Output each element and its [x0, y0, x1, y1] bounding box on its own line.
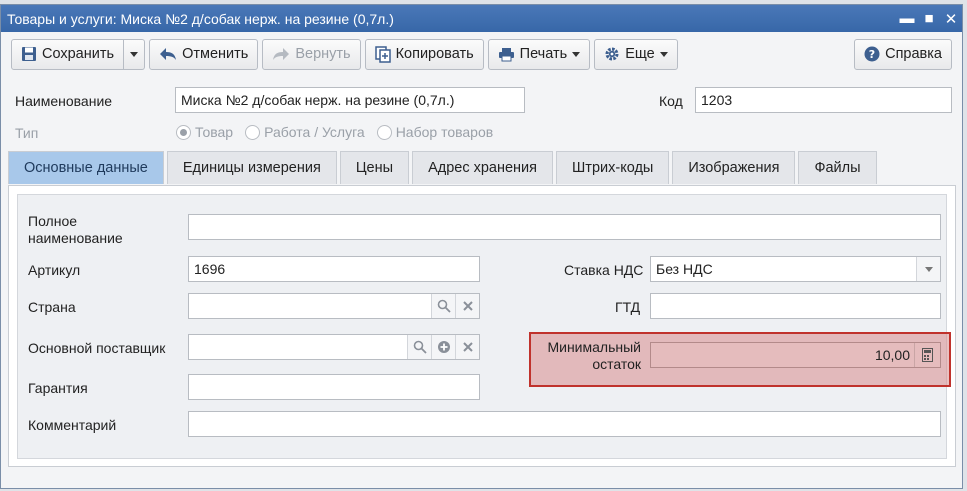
supplier-label: Основной поставщик	[28, 340, 166, 356]
copy-icon	[374, 45, 391, 63]
main-data-form: Полное наименование Артикул 1696 Ставка …	[17, 194, 951, 459]
tab-units[interactable]: Единицы измерения	[166, 151, 337, 184]
min-stock-label-line2: остаток	[592, 356, 641, 372]
vat-label: Ставка НДС	[564, 262, 644, 278]
clear-icon[interactable]	[455, 294, 479, 318]
add-icon[interactable]	[431, 335, 455, 359]
tab-barcodes[interactable]: Штрих-коды	[556, 151, 670, 184]
save-button[interactable]: Сохранить	[11, 38, 125, 70]
redo-button[interactable]: Вернуть	[262, 38, 361, 70]
country-label: Страна	[28, 299, 76, 315]
tab-bar: Основные данные Единицы измерения Цены А…	[8, 151, 877, 184]
floppy-icon	[22, 47, 36, 61]
search-icon[interactable]	[431, 294, 455, 318]
help-icon: ?	[864, 46, 880, 62]
chevron-down-icon[interactable]	[916, 257, 940, 281]
type-radio-bundle[interactable]: Набор товаров	[376, 124, 493, 140]
minimize-icon[interactable]: ▬	[896, 8, 918, 30]
save-split-button: Сохранить	[11, 38, 146, 70]
full-name-label-line2: наименование	[28, 230, 123, 246]
gear-icon	[605, 47, 619, 61]
gtd-input[interactable]	[650, 293, 941, 319]
undo-icon	[160, 48, 177, 60]
full-name-label-line1: Полное	[28, 213, 78, 229]
article-input[interactable]: 1696	[188, 256, 480, 282]
help-label: Справка	[885, 46, 942, 62]
svg-text:?: ?	[869, 48, 875, 61]
min-stock-label-line1: Минимальный	[547, 339, 641, 355]
type-radio-goods[interactable]: Товар	[176, 124, 233, 140]
chevron-down-icon	[130, 51, 139, 57]
min-stock-value: 10,00	[874, 347, 910, 363]
vat-select[interactable]: Без НДС	[650, 256, 941, 282]
cancel-label: Отменить	[182, 46, 249, 62]
comment-input[interactable]	[188, 411, 941, 437]
type-radio-group: Товар Работа / Услуга Набор товаров	[176, 124, 505, 140]
tab-files[interactable]: Файлы	[798, 151, 877, 184]
redo-icon	[273, 48, 290, 60]
vat-value: Без НДС	[656, 261, 713, 277]
tab-main-data[interactable]: Основные данные	[8, 151, 164, 184]
article-label: Артикул	[28, 262, 81, 278]
tab-panel: Полное наименование Артикул 1696 Ставка …	[8, 185, 956, 467]
tab-images[interactable]: Изображения	[672, 151, 796, 184]
warranty-label: Гарантия	[28, 380, 88, 396]
help-button[interactable]: ? Справка	[854, 38, 952, 70]
search-icon[interactable]	[407, 335, 431, 359]
close-icon[interactable]: ✕	[940, 8, 962, 30]
window-title: Товары и услуги: Миска №2 д/собак нерж. …	[7, 10, 394, 27]
calculator-icon[interactable]	[914, 343, 940, 367]
code-label: Код	[659, 93, 683, 109]
country-input[interactable]	[188, 293, 480, 319]
code-input[interactable]: 1203	[695, 87, 952, 113]
chevron-down-icon	[572, 51, 581, 57]
tab-storage-address[interactable]: Адрес хранения	[412, 151, 554, 184]
maximize-icon[interactable]: ■	[918, 8, 940, 30]
product-window: Товары и услуги: Миска №2 д/собак нерж. …	[0, 4, 963, 489]
comment-label: Комментарий	[28, 417, 117, 433]
warranty-input[interactable]	[188, 374, 480, 400]
gtd-label: ГТД	[615, 299, 641, 315]
save-label: Сохранить	[42, 46, 115, 62]
copy-label: Копировать	[395, 46, 474, 62]
clear-icon[interactable]	[455, 335, 479, 359]
name-input[interactable]: Миска №2 д/собак нерж. на резине (0,7л.)	[175, 87, 525, 113]
cancel-button[interactable]: Отменить	[149, 38, 259, 70]
min-stock-input[interactable]: 10,00	[650, 342, 941, 368]
full-name-input[interactable]	[188, 214, 941, 240]
tab-prices[interactable]: Цены	[339, 151, 410, 184]
more-button[interactable]: Еще	[594, 38, 678, 70]
type-label: Тип	[15, 125, 39, 141]
toolbar: Сохранить Отменить Вернуть Копировать Пе…	[1, 32, 962, 76]
copy-button[interactable]: Копировать	[364, 38, 484, 70]
window-titlebar: Товары и услуги: Миска №2 д/собак нерж. …	[1, 5, 962, 32]
print-label: Печать	[519, 46, 568, 62]
save-dropdown-button[interactable]	[124, 38, 146, 70]
supplier-input[interactable]	[188, 334, 480, 360]
more-label: Еще	[625, 46, 655, 62]
type-radio-service[interactable]: Работа / Услуга	[245, 124, 365, 140]
chevron-down-icon	[659, 51, 668, 57]
print-button[interactable]: Печать	[487, 38, 591, 70]
redo-label: Вернуть	[295, 46, 351, 62]
printer-icon	[498, 47, 514, 61]
name-label: Наименование	[15, 93, 113, 109]
